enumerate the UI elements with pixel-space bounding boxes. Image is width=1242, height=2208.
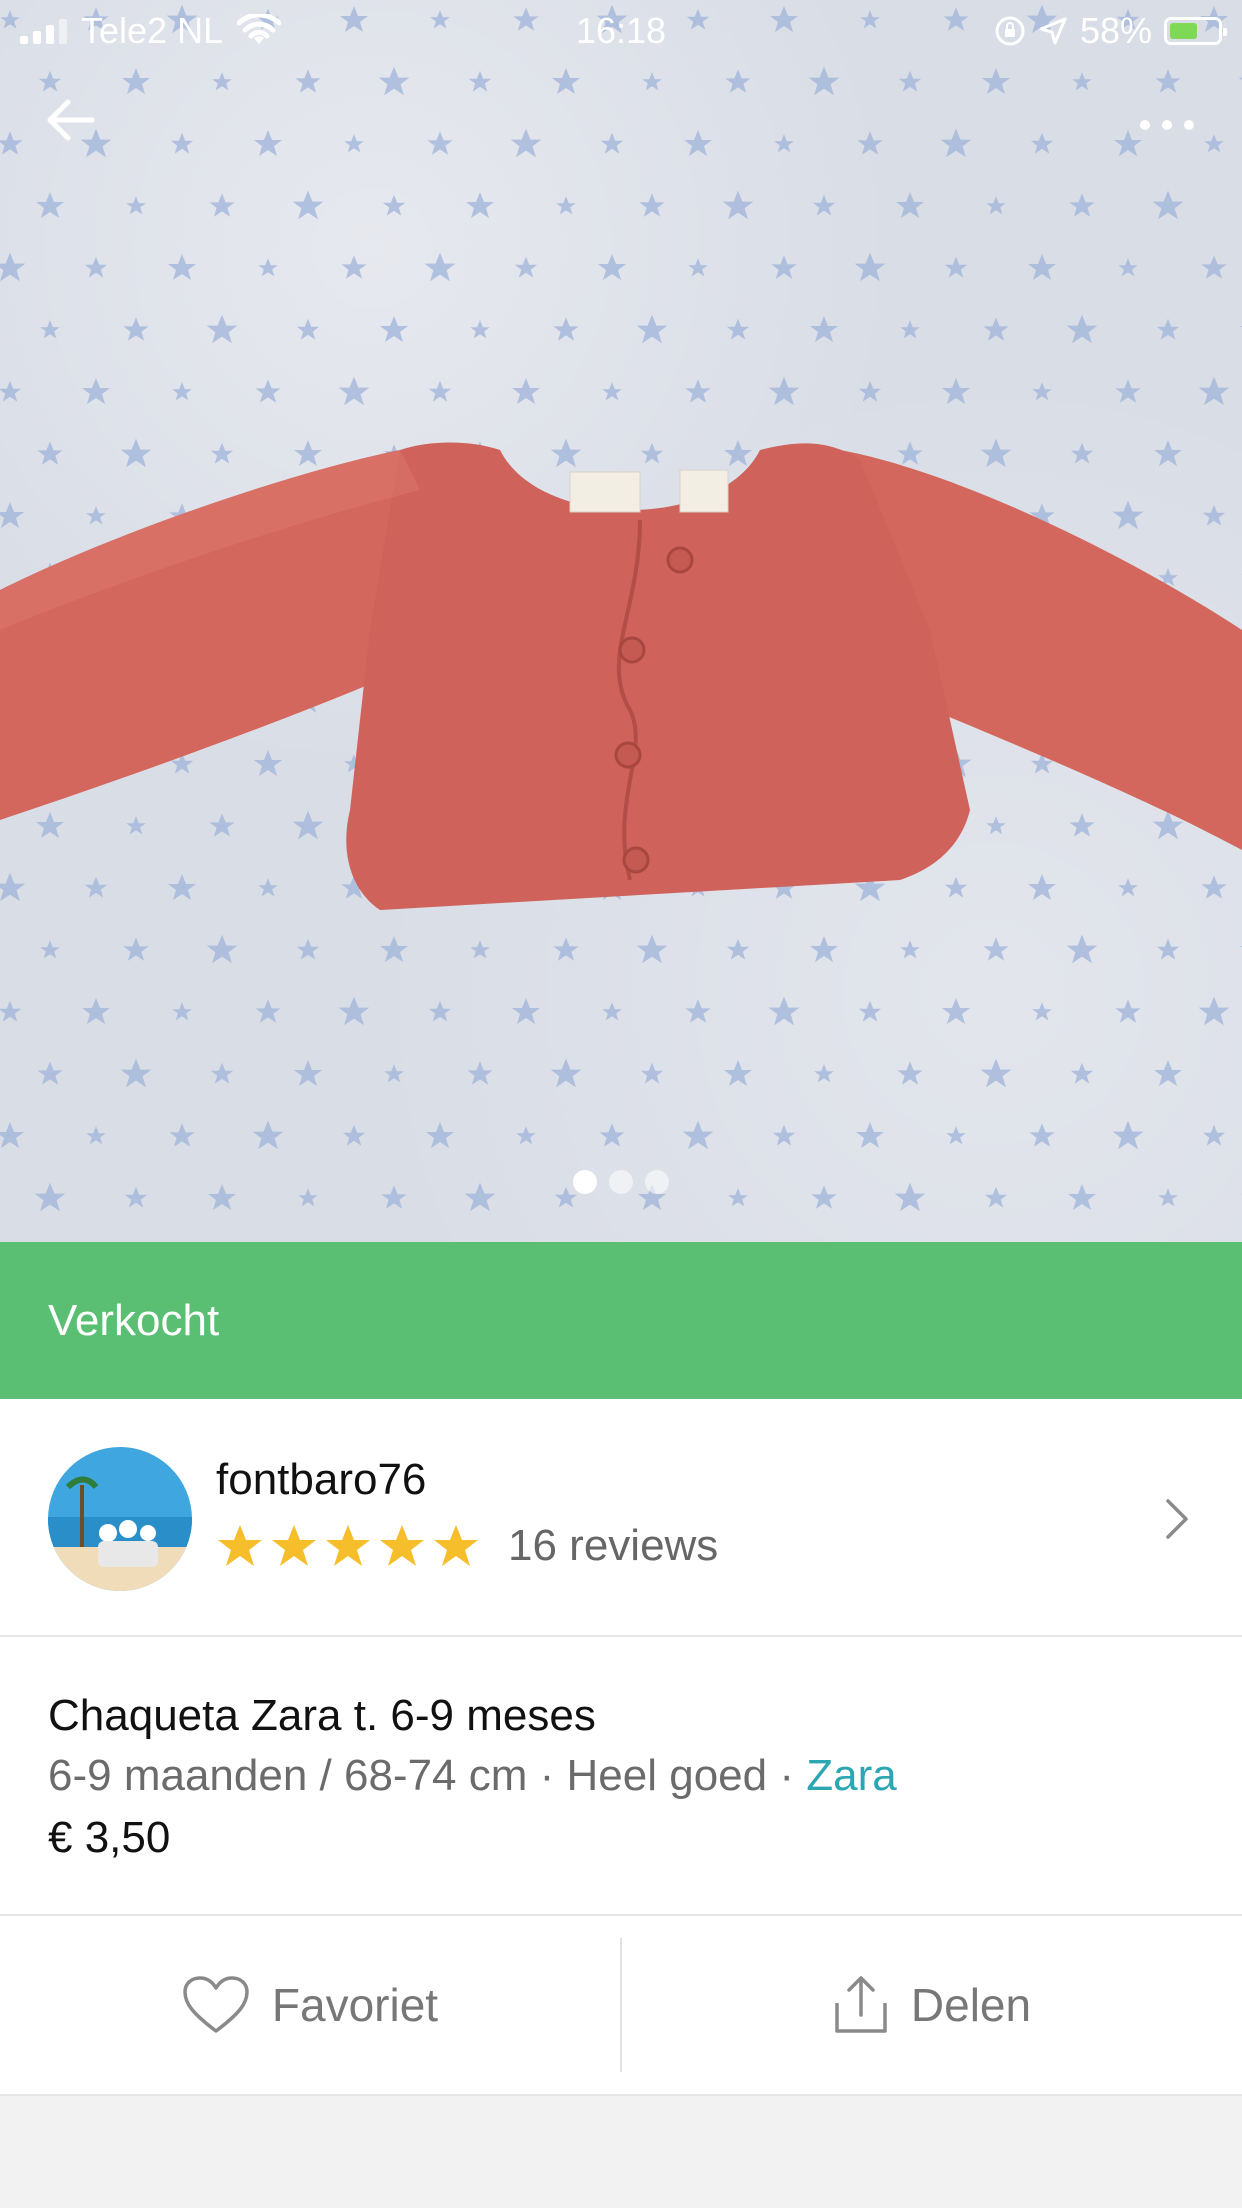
share-button[interactable]: Delen — [622, 1916, 1242, 2094]
sold-status-banner: Verkocht — [0, 1242, 1242, 1399]
seller-rating: 16 reviews — [216, 1521, 718, 1571]
status-bar: Tele2 NL 16:18 58% — [0, 0, 1242, 62]
meta-separator: · — [779, 1751, 795, 1800]
more-dots-icon — [1140, 120, 1150, 130]
share-icon — [835, 1976, 887, 2033]
more-options-button[interactable] — [1132, 110, 1202, 140]
back-button[interactable] — [40, 90, 100, 150]
item-brand-link[interactable]: Zara — [806, 1751, 896, 1800]
seller-username[interactable]: fontbaro76 — [216, 1455, 426, 1505]
item-actions-bar: Favoriet Delen — [0, 1916, 1242, 2096]
sold-label: Verkocht — [48, 1295, 220, 1345]
star-icon — [272, 1525, 316, 1566]
item-info-section: Chaqueta Zara t. 6-9 meses 6-9 maanden /… — [0, 1637, 1242, 1916]
gallery-page-indicator — [0, 1170, 1242, 1194]
reviews-count: 16 reviews — [508, 1521, 719, 1570]
star-icon — [326, 1525, 370, 1566]
favorite-label: Favoriet — [271, 1979, 439, 2031]
battery-charging-icon — [1164, 17, 1227, 45]
item-price: € 3,50 — [48, 1813, 171, 1862]
item-title: Chaqueta Zara t. 6-9 meses — [48, 1691, 596, 1740]
gallery-dot[interactable] — [645, 1170, 669, 1194]
battery-percent: 58% — [1079, 10, 1152, 51]
star-icon — [218, 1525, 262, 1566]
item-details: 6-9 maanden / 68-74 cm · Heel goed · Zar… — [48, 1751, 897, 1801]
item-size: 6-9 maanden / 68-74 cm — [48, 1751, 528, 1800]
orientation-lock-icon — [995, 16, 1025, 46]
gallery-dot[interactable] — [609, 1170, 633, 1194]
chevron-right-icon[interactable] — [1162, 1497, 1192, 1541]
seller-row[interactable]: fontbaro76 16 reviews — [0, 1399, 1242, 1637]
meta-separator: · — [539, 1751, 555, 1800]
star-icon — [380, 1525, 424, 1566]
seller-avatar — [48, 1447, 192, 1591]
heart-icon — [183, 1976, 249, 2033]
location-arrow-icon — [1039, 17, 1067, 45]
product-image-cardigan — [0, 442, 1242, 910]
gallery-dot[interactable] — [573, 1170, 597, 1194]
item-condition: Heel goed — [566, 1751, 768, 1800]
item-photo-gallery[interactable]: Tele2 NL 16:18 58% — [0, 0, 1242, 1242]
star-icon — [434, 1525, 478, 1566]
item-detail-page: Tele2 NL 16:18 58% Verkocht fontbaro76 1… — [0, 0, 1242, 2208]
favorite-button[interactable]: Favoriet — [0, 1916, 620, 2094]
share-label: Delen — [910, 1979, 1032, 2031]
